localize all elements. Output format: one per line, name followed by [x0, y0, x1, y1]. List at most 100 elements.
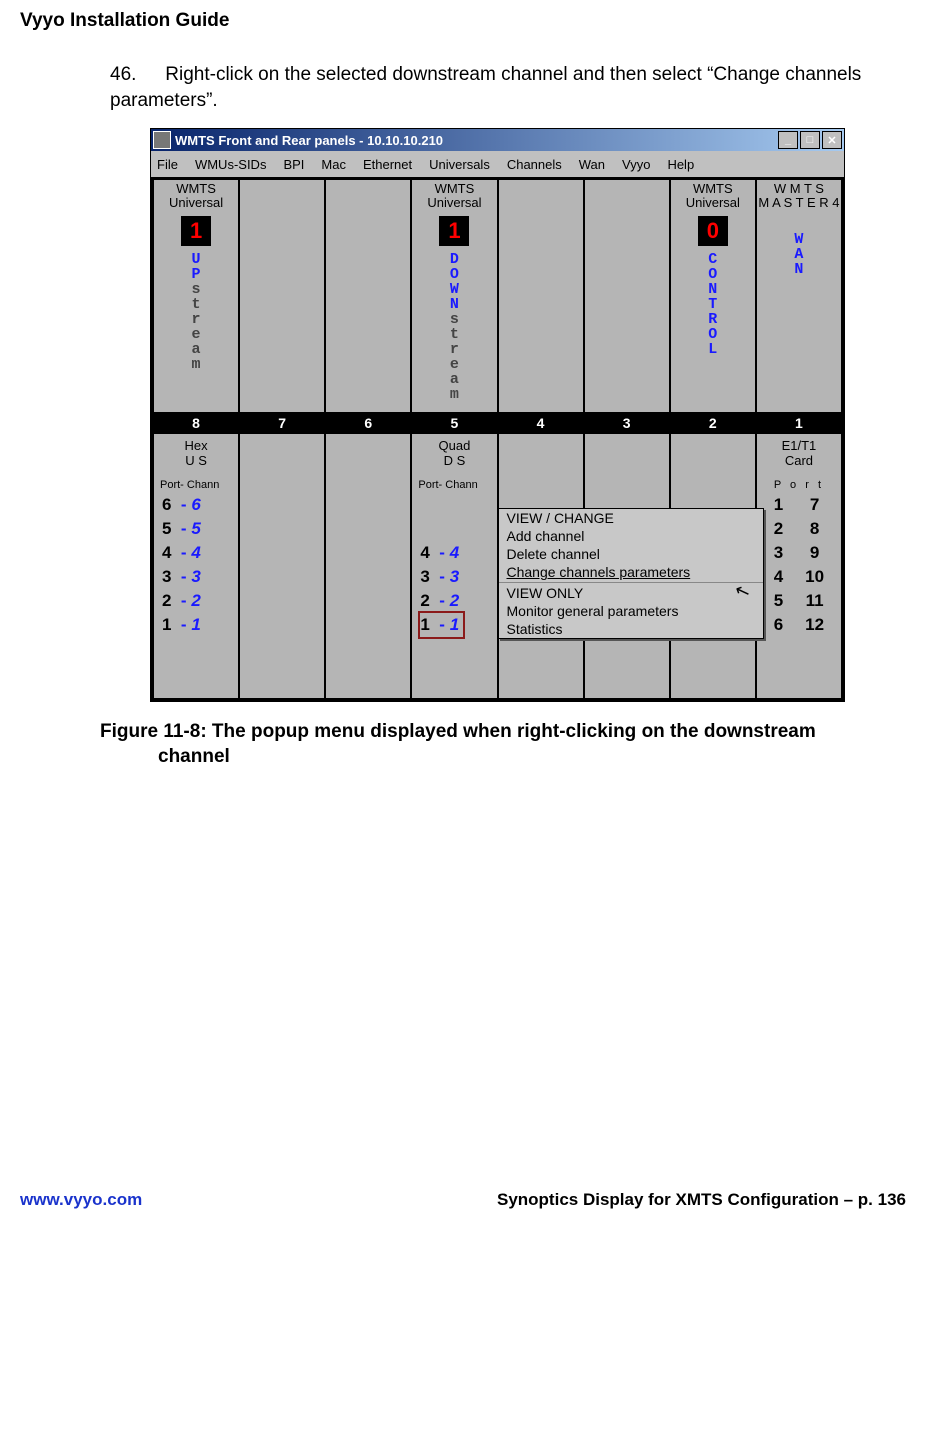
- menu-wan[interactable]: Wan: [579, 157, 605, 172]
- port[interactable]: 1: [774, 493, 783, 517]
- label: Universal: [412, 196, 496, 210]
- menu-help[interactable]: Help: [667, 157, 694, 172]
- figure-caption: Figure 11-8: The popup menu displayed wh…: [100, 720, 906, 769]
- window-title: WMTS Front and Rear panels - 10.10.10.21…: [175, 133, 778, 148]
- port-row[interactable]: 2 - 2: [420, 589, 496, 613]
- menu-mac[interactable]: Mac: [321, 157, 346, 172]
- front-slot-7[interactable]: [240, 180, 324, 412]
- menu-bpi[interactable]: BPI: [283, 157, 304, 172]
- port[interactable]: 4: [774, 565, 783, 589]
- port[interactable]: 2: [774, 517, 783, 541]
- context-menu[interactable]: VIEW / CHANGE Add channel Delete channel…: [498, 508, 764, 639]
- port-row[interactable]: 3 - 3: [162, 565, 238, 589]
- label: Universal: [671, 196, 755, 210]
- port[interactable]: 11: [806, 589, 824, 613]
- port[interactable]: 12: [805, 613, 824, 637]
- label: Hex: [154, 438, 238, 453]
- front-slot-8-type: WMTS Universal: [154, 182, 238, 212]
- port-row[interactable]: 1 - 1: [162, 613, 238, 637]
- port[interactable]: 3: [774, 541, 783, 565]
- menu-vyyo[interactable]: Vyyo: [622, 157, 650, 172]
- label: M A S T E R 4: [757, 196, 841, 210]
- rear-slot-8-head: Hex U S: [154, 436, 238, 473]
- label: U S: [154, 453, 238, 468]
- front-slot-5-count: 1: [439, 216, 469, 246]
- slot-num-6: 6: [326, 414, 410, 432]
- label: D S: [412, 453, 496, 468]
- port[interactable]: 5: [774, 589, 783, 613]
- rear-slot-5-head: Quad D S: [412, 436, 496, 473]
- menu-universals[interactable]: Universals: [429, 157, 490, 172]
- slot-num-1: 1: [757, 414, 841, 432]
- minimize-button[interactable]: _: [778, 131, 798, 149]
- front-slot-1-stream: WAN: [757, 232, 841, 277]
- rear-slot-1-head: E1/T1 Card: [757, 436, 841, 473]
- front-slot-8-count: 1: [181, 216, 211, 246]
- slot-num-5: 5: [412, 414, 496, 432]
- context-menu-statistics[interactable]: Statistics: [499, 620, 763, 638]
- rear-slot-4[interactable]: VIEW / CHANGE Add channel Delete channel…: [499, 434, 583, 698]
- port-row[interactable]: 3 - 3: [420, 565, 496, 589]
- menu-file[interactable]: File: [157, 157, 178, 172]
- label: E1/T1: [757, 438, 841, 453]
- maximize-button[interactable]: □: [800, 131, 820, 149]
- rear-slot-1[interactable]: E1/T1 Card P o r t 1 2 3 4 5 6: [757, 434, 841, 698]
- rear-slot-5[interactable]: Quad D S Port- Chann 4 - 4 3 - 3 2 - 2 1…: [412, 434, 496, 698]
- label: WMTS: [154, 182, 238, 196]
- slot-num-4: 4: [499, 414, 583, 432]
- port-row[interactable]: 4 - 4: [420, 541, 496, 565]
- front-slot-3[interactable]: [585, 180, 669, 412]
- front-slot-2[interactable]: WMTS Universal 0 CONTROL: [671, 180, 755, 412]
- slot-num-7: 7: [240, 414, 324, 432]
- menu-ethernet[interactable]: Ethernet: [363, 157, 412, 172]
- label: WMTS: [671, 182, 755, 196]
- front-slot-2-count: 0: [698, 216, 728, 246]
- port-row-selected[interactable]: 1 - 1: [420, 613, 496, 637]
- rear-slot-7[interactable]: [240, 434, 324, 698]
- menu-channels[interactable]: Channels: [507, 157, 562, 172]
- port[interactable]: 10: [805, 565, 824, 589]
- figure-wrap: WMTS Front and Rear panels - 10.10.10.21…: [150, 128, 906, 702]
- caption-line-1: Figure 11-8: The popup menu displayed wh…: [100, 720, 906, 745]
- context-menu-delete-channel[interactable]: Delete channel: [499, 545, 763, 563]
- menu-wmus-sids[interactable]: WMUs-SIDs: [195, 157, 267, 172]
- front-slot-2-stream: CONTROL: [671, 252, 755, 357]
- rear-slot-1-portlabel: P o r t: [757, 479, 841, 491]
- port-row[interactable]: 4 - 4: [162, 541, 238, 565]
- window-buttons: _ □ ✕: [778, 131, 842, 149]
- port-row[interactable]: 6 - 6: [162, 493, 238, 517]
- label: W M T S: [757, 182, 841, 196]
- close-button[interactable]: ✕: [822, 131, 842, 149]
- footer-url[interactable]: www.vyyo.com: [20, 1190, 142, 1210]
- context-menu-add-channel[interactable]: Add channel: [499, 527, 763, 545]
- port[interactable]: 7: [810, 493, 819, 517]
- front-slot-4[interactable]: [499, 180, 583, 412]
- menu-bar[interactable]: File WMUs-SIDs BPI Mac Ethernet Universa…: [151, 151, 844, 177]
- port-row[interactable]: 5 - 5: [162, 517, 238, 541]
- label: Quad: [412, 438, 496, 453]
- rear-slot-5-ports: 4 - 4 3 - 3 2 - 2 1 - 1: [420, 493, 496, 637]
- footer-page-info: Synoptics Display for XMTS Configuration…: [497, 1190, 906, 1210]
- panel-area: WMTS Universal 1 UP stream WMTS Universa…: [151, 177, 844, 701]
- rear-slot-8[interactable]: Hex U S Port- Chann 6 - 6 5 - 5 4 - 4 3 …: [154, 434, 238, 698]
- front-slot-5-type: WMTS Universal: [412, 182, 496, 212]
- context-menu-change-channels-parameters[interactable]: Change channels parameters: [499, 563, 763, 581]
- port-row[interactable]: 2 - 2: [162, 589, 238, 613]
- title-bar[interactable]: WMTS Front and Rear panels - 10.10.10.21…: [151, 129, 844, 151]
- port-row[interactable]: [420, 493, 496, 517]
- rear-slot-6[interactable]: [326, 434, 410, 698]
- port[interactable]: 9: [810, 541, 819, 565]
- front-slot-8[interactable]: WMTS Universal 1 UP stream: [154, 180, 238, 412]
- label: Card: [757, 453, 841, 468]
- rear-slot-8-ports: 6 - 6 5 - 5 4 - 4 3 - 3 2 - 2 1 - 1: [162, 493, 238, 637]
- instruction-step: 46. Right-click on the selected downstre…: [110, 62, 866, 113]
- port[interactable]: 6: [774, 613, 783, 637]
- front-slot-1-type: W M T S M A S T E R 4: [757, 182, 841, 212]
- front-slot-5-stream: DOWN stream: [412, 252, 496, 402]
- front-slot-6[interactable]: [326, 180, 410, 412]
- port-row[interactable]: [420, 517, 496, 541]
- front-slot-1[interactable]: W M T S M A S T E R 4 WAN: [757, 180, 841, 412]
- front-slot-5[interactable]: WMTS Universal 1 DOWN stream: [412, 180, 496, 412]
- context-menu-monitor-general[interactable]: Monitor general parameters: [499, 602, 763, 620]
- port[interactable]: 8: [810, 517, 819, 541]
